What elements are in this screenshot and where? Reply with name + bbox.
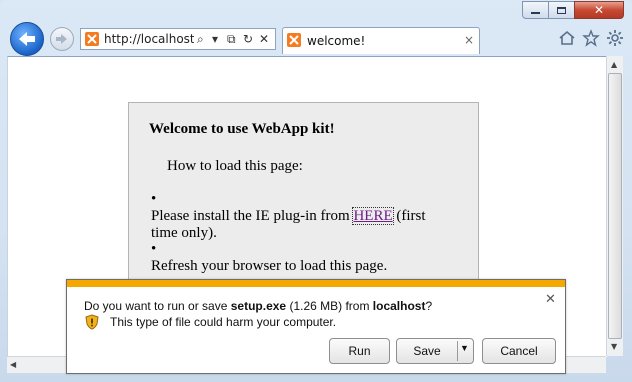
back-arrow-icon — [19, 32, 35, 46]
message-suffix: ? — [425, 299, 433, 313]
close-window-button[interactable]: ✕ — [574, 1, 624, 19]
maximize-button[interactable] — [548, 1, 575, 19]
save-label: Save — [413, 344, 441, 358]
list-item-text: Please install the IE plug-in from HERE … — [151, 207, 447, 242]
close-notification-icon[interactable]: ✕ — [545, 292, 556, 307]
dropdown-icon[interactable]: ▾ — [212, 31, 218, 47]
save-options-dropdown-icon[interactable]: ▼ — [460, 343, 469, 353]
file-name: setup.exe — [230, 299, 287, 313]
home-icon[interactable] — [557, 28, 577, 48]
bullet: • — [151, 191, 157, 207]
compatibility-view-icon[interactable]: ⧉ — [227, 31, 236, 47]
stop-icon[interactable]: ✕ — [259, 31, 269, 47]
bullet1-text-before: Please install the IE plug-in from — [151, 208, 354, 224]
xampp-favicon-icon — [85, 32, 99, 46]
file-size: (1.26 MB) from — [286, 299, 373, 313]
minimize-button[interactable] — [522, 1, 549, 19]
run-button[interactable]: Run — [329, 338, 390, 364]
address-bar[interactable]: http://localhost/ ⌕ ▾ ⧉ ↻ ✕ — [80, 28, 276, 50]
scroll-up-icon[interactable]: ▲ — [611, 60, 617, 69]
download-source: localhost — [372, 299, 426, 313]
tab-welcome[interactable]: welcome! × — [282, 27, 480, 54]
forward-button[interactable] — [50, 27, 74, 51]
download-notification-bar: Do you want to run or save setup.exe (1.… — [66, 279, 566, 374]
list-item: •Refresh your browser to load this page. — [151, 241, 461, 275]
scroll-left-icon[interactable]: ◀ — [10, 360, 16, 369]
bullet: • — [151, 241, 157, 257]
intro-text: How to load this page: — [167, 158, 303, 174]
shield-warning-icon — [85, 314, 99, 330]
download-message: Do you want to run or save setup.exe (1.… — [84, 299, 432, 313]
browser-window: ✕ http://localhost/ ⌕ ▾ ⧉ ↻ ✕ welcome! × — [0, 0, 632, 382]
split-divider — [457, 341, 458, 361]
tab-title: welcome! — [307, 34, 366, 48]
list-item-text: Refresh your browser to load this page. — [151, 258, 388, 274]
plugin-download-link[interactable]: HERE — [352, 207, 394, 225]
forward-arrow-icon — [56, 34, 67, 44]
search-icon[interactable]: ⌕ — [197, 31, 204, 47]
save-button[interactable]: Save ▼ — [396, 338, 474, 364]
vertical-scrollbar[interactable]: ▲ ▼ — [606, 56, 623, 356]
minimize-icon — [531, 12, 540, 14]
list-item: •Please install the IE plug-in from HERE… — [151, 191, 461, 242]
notification-accent-strip — [67, 280, 565, 287]
address-url[interactable]: http://localhost/ — [104, 32, 194, 46]
cancel-button[interactable]: Cancel — [482, 338, 556, 364]
message-prefix: Do you want to run or save — [84, 299, 231, 313]
welcome-panel: Welcome to use WebApp kit! How to load t… — [128, 102, 479, 302]
favorites-star-icon[interactable] — [581, 28, 601, 48]
page-heading: Welcome to use WebApp kit! — [149, 121, 335, 137]
tools-gear-icon[interactable] — [605, 28, 625, 48]
back-button[interactable] — [10, 22, 44, 56]
close-icon: ✕ — [593, 3, 605, 17]
scroll-down-icon[interactable]: ▼ — [611, 342, 617, 351]
tab-close-icon[interactable]: × — [464, 33, 474, 47]
warning-text: This type of file could harm your comput… — [110, 315, 337, 329]
xampp-favicon-icon — [287, 33, 301, 47]
maximize-icon — [557, 6, 566, 14]
refresh-icon[interactable]: ↻ — [243, 31, 253, 47]
scroll-thumb[interactable] — [608, 73, 622, 339]
